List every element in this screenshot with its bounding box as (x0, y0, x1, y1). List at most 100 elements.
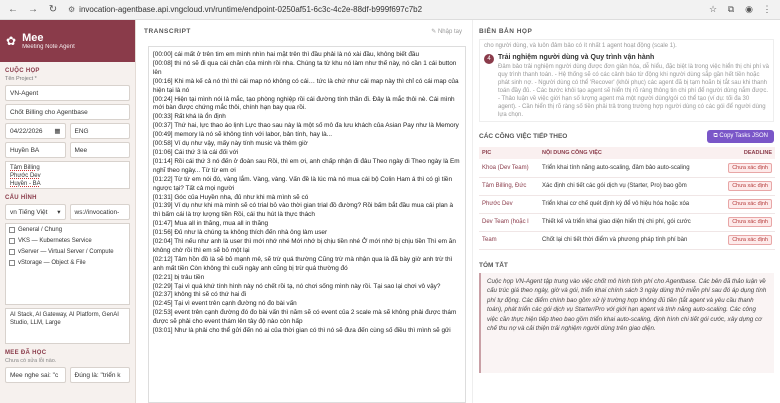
service-option[interactable]: General / Chung (9, 226, 126, 234)
people-item[interactable]: Huyền - BA (10, 180, 125, 188)
transcript-line: [00:37] Thứ hai, lực thao áo lịnh Lực th… (153, 122, 459, 130)
project-input[interactable]: VN-Agent (5, 85, 130, 101)
task-row[interactable]: Tâm Billing, Đức Xác định chi tiết các gó… (479, 177, 775, 196)
config-section-label: CẤU HÌNH (5, 195, 37, 201)
site-info-icon[interactable]: ⚙ (68, 5, 75, 14)
summary-text: Cuộc họp VN-Agent tập trung vào việc chố… (479, 272, 774, 373)
transcript-line: [02:29] Tại vì quá khứ tính hình này nó … (153, 282, 441, 290)
transcript-line: [00:49] memory là nó sẽ không tính với l… (153, 131, 332, 139)
task-row[interactable]: Team Chốt lại chi tiết thời điểm và phươn… (479, 231, 775, 250)
deadline-badge[interactable]: Chưa xác định (728, 217, 772, 227)
extensions-icon[interactable]: ⧉ (724, 4, 738, 15)
task-deadline-cell: Chưa xác định (717, 195, 775, 214)
profile-icon[interactable]: ◉ (742, 4, 756, 15)
checkbox[interactable] (9, 260, 15, 266)
menu-icon[interactable]: ⋮ (760, 4, 774, 15)
brand-subtitle: Meeting Note Agent (22, 44, 75, 50)
transcript-line: [01:47] Mua all in thăng, mua all in thă… (153, 220, 269, 228)
deadline-badge[interactable]: Chưa xác định (728, 162, 772, 173)
tasks-heading: CÁC CÔNG VIỆC TIẾP THEO (479, 133, 568, 140)
copy-tasks-json-button[interactable]: ⧉ Copy Tasks JSON (707, 130, 774, 143)
task-pic[interactable]: Khoa (Dev Team) (479, 159, 539, 178)
task-row[interactable]: Khoa (Dev Team) Triển khai tính năng auto… (479, 159, 775, 178)
people-item[interactable]: Tâm Billing (10, 164, 125, 172)
date-input[interactable]: 04/22/2026 ▦ (5, 123, 66, 139)
gear-logo-icon: ✿ (6, 34, 17, 48)
transcript-line: [02:53] event trên cạnh đường đó đo bài … (153, 309, 457, 326)
task-content[interactable]: Thiết kế và triển khai giao diện hiển th… (539, 213, 718, 232)
correct-input[interactable]: Đúng là: "triển k (69, 367, 130, 383)
service-label: VKS — Kubernetes Service (18, 238, 92, 244)
star-icon[interactable]: ☆ (706, 4, 720, 15)
copy-label: Copy Tasks JSON (719, 133, 768, 139)
calendar-icon[interactable]: ▦ (54, 127, 60, 135)
project-label: Tên Project * (5, 76, 37, 82)
transcript-line: [00:58] Ví dụ như vậy, mấy này tính musi… (153, 140, 308, 148)
forward-icon[interactable]: → (26, 3, 40, 17)
task-content[interactable]: Triển khai cơ chế quét định kỳ để vô hiệ… (539, 195, 718, 214)
sidebar: ✿ Mee Meeting Note Agent CUỘC HỌP Tên Pr… (0, 20, 136, 403)
url-text: invocation-agentbase.api.vngcloud.vn/run… (79, 5, 423, 14)
brand-title: Mee (22, 32, 44, 44)
task-pic[interactable]: Tâm Billing, Đức (479, 177, 539, 196)
service-option[interactable]: vServer — Virtual Server / Compute (9, 248, 126, 256)
task-row[interactable]: Dev Team (hoặc l Thiết kế và triển khai g… (479, 213, 775, 232)
deadline-badge[interactable]: Chưa xác định (728, 199, 772, 209)
minutes-heading: BIÊN BẢN HỌP (479, 28, 533, 35)
participant-input-1[interactable]: Huyền BA (5, 142, 66, 158)
transcript-heading: TRANSCRIPT (144, 28, 191, 35)
language-code-input[interactable]: ENG (69, 123, 130, 139)
transcript-line: [03:01] Như là phải cho thể gửi đến nó a… (153, 327, 451, 335)
endpoint-input[interactable]: ws://invocation- (69, 204, 130, 220)
checkbox[interactable] (9, 227, 15, 233)
checkbox[interactable] (9, 238, 15, 244)
service-label: vStorage — Object & File (18, 260, 86, 266)
task-deadline-cell: Chưa xác định (717, 177, 775, 196)
summary-heading: TÓM TẮT (479, 261, 508, 269)
col-pic: PIC (479, 147, 539, 159)
misheard-input[interactable]: Mee nghe sai: "c (5, 367, 66, 383)
people-list[interactable]: Tâm Billing Phước Dev Huyền - BA (5, 161, 130, 189)
task-pic[interactable]: Dev Team (hoặc l (479, 213, 539, 232)
manual-input-button[interactable]: ✎ Nhập tay (431, 28, 462, 35)
language-select[interactable]: vn Tiếng Việt ▾ (5, 204, 66, 220)
deadline-badge[interactable]: Chưa xác định (728, 181, 772, 191)
transcript-line: [00:08] thì nó sẽ đi qua cái chăn của mì… (153, 59, 457, 76)
service-option[interactable]: VKS — Kubernetes Service (9, 237, 126, 245)
service-label: General / Chung (18, 227, 63, 233)
keywords-textarea[interactable]: AI Stack, AI Gateway, AI Platform, GenAI… (5, 308, 130, 344)
service-label: vServer — Virtual Server / Compute (18, 249, 114, 255)
people-item[interactable]: Phước Dev (10, 172, 125, 180)
item-number: 4 (484, 54, 494, 64)
deadline-badge[interactable]: Chưa xác định (728, 235, 772, 245)
task-deadline-cell: Chưa xác định (717, 213, 775, 232)
participant-input-2[interactable]: Mee (69, 142, 130, 158)
task-content[interactable]: Xác định chi tiết các gói dịch vụ (Start… (539, 177, 718, 196)
transcript-line: [01:39] Ví dụ như khi mà mình sẽ có tria… (153, 202, 454, 219)
task-row[interactable]: Phước Dev Triển khai cơ chế quét định kỳ … (479, 195, 775, 214)
transcript-line: [01:22] Từ từ em nói đó, vàng lắm. Vàng,… (153, 175, 453, 192)
checkbox[interactable] (9, 249, 15, 255)
task-content[interactable]: Triển khai tính năng auto-scaling, đảm b… (539, 159, 718, 178)
reload-icon[interactable]: ↻ (46, 3, 60, 17)
learned-hint: Chưa có sửa lỗi nào. (5, 358, 57, 364)
language-select-value: vn Tiếng Việt (10, 208, 48, 216)
service-checklist: General / Chung VKS — Kubernetes Service… (5, 223, 130, 305)
address-bar[interactable]: ⚙ invocation-agentbase.api.vngcloud.vn/r… (68, 3, 702, 17)
back-icon[interactable]: ← (6, 3, 20, 17)
service-option[interactable]: vStorage — Object & File (9, 259, 126, 267)
minutes-card: cho người dùng, và luôn đảm bảo có ít nh… (479, 39, 774, 122)
transcript-line: [01:56] Đủ như là chúng ta không thích đ… (153, 229, 328, 237)
brand-header: ✿ Mee Meeting Note Agent (0, 20, 135, 62)
date-value: 04/22/2026 (10, 127, 43, 135)
task-content[interactable]: Chốt lại chi tiết thời điểm và phương ph… (539, 231, 718, 250)
meeting-title-input[interactable]: Chốt Billing cho Agentbase (5, 104, 130, 120)
transcript-line: [00:00] cái mất ở trên tim em mình nhìn … (153, 51, 420, 58)
task-deadline-cell: Chưa xác định (717, 231, 775, 250)
transcript-box[interactable]: [00:00] cái mất ở trên tim em mình nhìn … (148, 46, 466, 403)
task-pic[interactable]: Phước Dev (479, 195, 539, 214)
tasks-table: PIC NỘI DUNG CÔNG VIỆC DEADLINE Khoa (De… (479, 147, 775, 250)
transcript-panel: TRANSCRIPT ✎ Nhập tay [00:00] cái mất ở … (136, 20, 470, 403)
task-pic[interactable]: Team (479, 231, 539, 250)
transcript-line: [02:45] Tại vì event trên cạnh đường nó … (153, 300, 297, 308)
